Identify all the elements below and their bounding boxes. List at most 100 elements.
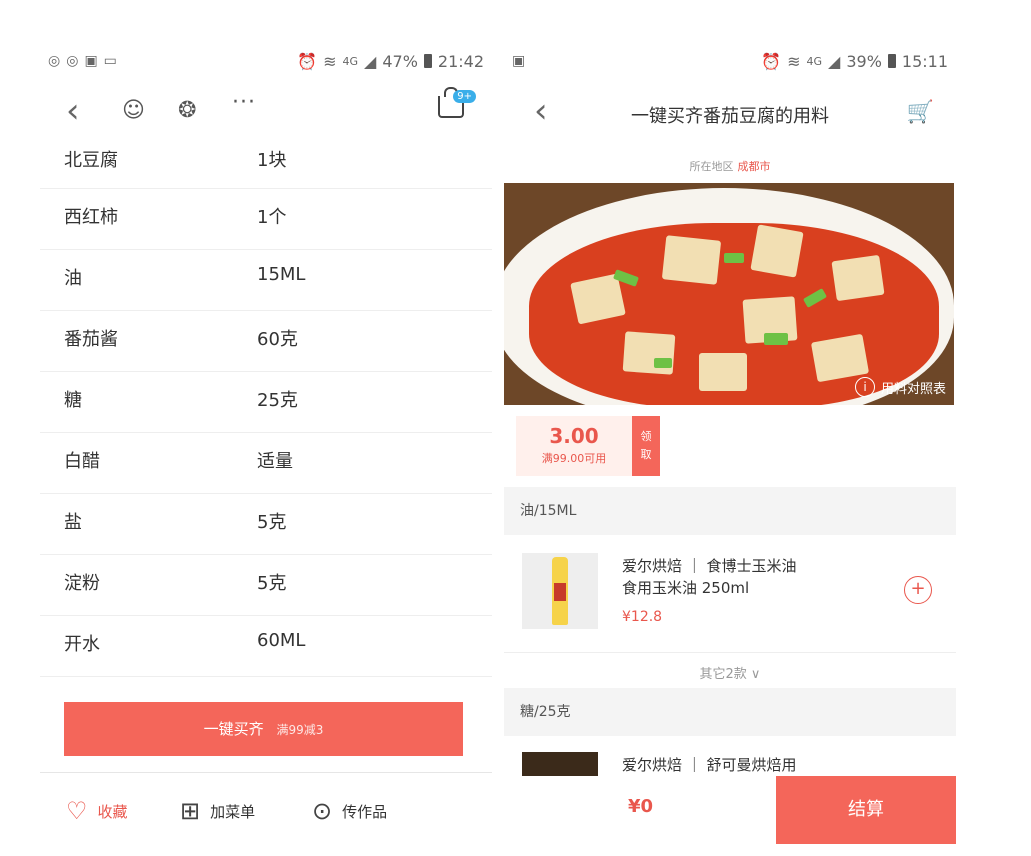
buy-all-promo: 满99减3: [276, 723, 324, 737]
wifi-icon: ≋: [787, 51, 801, 71]
coupon-card: 3.00 满99.00可用 领 取: [516, 416, 660, 476]
tofu-piece: [831, 254, 885, 302]
ingredient-qty: 1块: [257, 150, 287, 171]
ingredient-qty: 5克: [257, 512, 287, 533]
buy-all-button[interactable]: 一键买齐 满99减3: [64, 702, 463, 756]
clock: 15:11: [901, 51, 948, 71]
app-icon: ▣: [84, 53, 98, 69]
tofu-piece: [661, 235, 722, 285]
reference-label: 用料对照表: [880, 381, 946, 397]
recipe-ingredients-screen: ◎ ◎ ▣ ▭ ⏰ ≋ 4G ◢ 47% 21:42 ‹ ☺ ❂ ··· 9+ …: [40, 40, 492, 844]
ingredient-qty: 适量: [257, 451, 293, 472]
status-bar: ▣ ⏰ ≋ 4G ◢ 39% 15:11: [512, 48, 948, 74]
ingredient-list: 北豆腐 1块 西红柿 1个 油 15ML 番茄酱 60克 糖 25克 白醋 适量…: [40, 140, 492, 677]
battery-percent: 39%: [846, 51, 882, 71]
region-selector[interactable]: 所在地区 成都市: [504, 158, 956, 174]
scallion: [654, 358, 672, 368]
cart-icon[interactable]: 🛒: [907, 100, 934, 125]
ingredient-section-sugar: 糖/25克: [504, 688, 956, 736]
ingredient-name: 淀粉: [64, 573, 100, 594]
add-to-menu-button[interactable]: ⊞ 加菜单: [180, 797, 255, 825]
region-label: 所在地区: [689, 160, 734, 173]
upload-label: 传作品: [342, 802, 388, 821]
ingredient-name: 盐: [64, 512, 82, 533]
basket-badge: 9+: [453, 90, 476, 103]
ingredient-reference-link[interactable]: i 用料对照表: [854, 377, 946, 397]
claim-label: 取: [640, 448, 652, 461]
ingredient-name: 西红柿: [64, 207, 118, 228]
favorite-button[interactable]: ♡ 收藏: [66, 797, 128, 825]
battery-percent: 47%: [382, 51, 418, 71]
tofu-piece: [699, 353, 747, 391]
ingredient-qty: 5克: [257, 573, 287, 594]
favorite-label: 收藏: [97, 802, 128, 821]
ingredient-row: 淀粉 5克: [40, 555, 492, 616]
app-icon: ▣: [512, 53, 526, 69]
signal-icon: ◢: [364, 51, 377, 71]
claim-coupon-button[interactable]: 领 取: [632, 416, 660, 476]
network-type: 4G: [342, 54, 359, 68]
battery-icon: [887, 54, 896, 68]
ingredient-name: 番茄酱: [64, 329, 118, 350]
ingredient-qty: 1个: [257, 207, 287, 228]
dish-photo: i 用料对照表: [504, 183, 954, 405]
ingredient-row: 开水 60ML: [40, 616, 492, 677]
heart-icon: ♡: [66, 797, 88, 825]
tofu-piece: [622, 331, 676, 375]
ingredient-name: 白醋: [64, 451, 100, 472]
alarm-icon: ⏰: [297, 51, 318, 71]
wechat-share-icon[interactable]: ☺: [122, 98, 145, 123]
other-options-toggle[interactable]: 其它2款 ∨: [504, 652, 956, 682]
bottle-label: [554, 583, 566, 601]
wifi-icon: ≋: [323, 51, 337, 71]
system-status: ⏰ ≋ 4G ◢ 39% 15:11: [761, 52, 948, 71]
back-icon[interactable]: ‹: [66, 94, 80, 128]
system-status: ⏰ ≋ 4G ◢ 47% 21:42: [297, 52, 484, 71]
product-item[interactable]: 爱尔烘焙 ｜ 食博士玉米油 食用玉米油 250ml ¥12.8 +: [504, 553, 956, 643]
more-icon[interactable]: ···: [232, 90, 256, 115]
checkout-button[interactable]: 结算: [776, 776, 956, 844]
ingredient-row: 西红柿 1个: [40, 189, 492, 250]
alarm-icon: ⏰: [761, 51, 782, 71]
product-thumbnail: [522, 553, 598, 629]
cart-total: ¥0: [628, 796, 654, 817]
notification-icons: ▣: [512, 53, 525, 69]
ingredient-name: 开水: [64, 634, 100, 655]
weibo-icon: ◎: [66, 53, 79, 69]
signal-icon: ◢: [828, 51, 841, 71]
buy-all-label: 一键买齐: [203, 720, 264, 738]
moments-share-icon[interactable]: ❂: [178, 98, 196, 123]
add-to-cart-button[interactable]: +: [904, 576, 932, 604]
battery-icon: [423, 54, 432, 68]
scallion: [724, 253, 744, 263]
ingredient-qty: 60克: [257, 329, 298, 350]
ingredient-row: 油 15ML: [40, 250, 492, 311]
page-title: 一键买齐番茄豆腐的用料: [631, 106, 829, 127]
ingredient-row: 番茄酱 60克: [40, 311, 492, 372]
ingredient-qty: 15ML: [257, 264, 306, 285]
add-menu-icon: ⊞: [180, 797, 201, 825]
checkout-bar: ¥0 结算: [504, 776, 956, 844]
weibo-icon: ◎: [48, 53, 61, 69]
ingredient-qty: 25克: [257, 390, 298, 411]
tofu-piece: [750, 224, 804, 278]
coupon-body: 3.00 满99.00可用: [516, 416, 632, 476]
add-menu-label: 加菜单: [210, 802, 256, 821]
bottom-action-bar: ♡ 收藏 ⊞ 加菜单 ⊙ 传作品: [40, 772, 492, 844]
ingredient-row: 白醋 适量: [40, 433, 492, 494]
product-name-line1: 爱尔烘焙 ｜ 舒可曼烘焙用: [622, 756, 797, 774]
upload-work-button[interactable]: ⊙ 传作品: [312, 797, 387, 825]
ingredient-name: 北豆腐: [64, 150, 118, 171]
top-navbar: ‹ 一键买齐番茄豆腐的用料 🛒: [504, 88, 956, 140]
coupon-amount: 3.00: [549, 424, 599, 448]
notification-icons: ◎ ◎ ▣ ▭: [48, 53, 117, 69]
info-icon: i: [854, 377, 875, 397]
product-name-line2: 食用玉米油 250ml: [622, 579, 750, 597]
claim-label: 领: [640, 430, 652, 443]
scallion: [764, 333, 788, 345]
network-type: 4G: [806, 54, 823, 68]
ingredient-section-oil: 油/15ML: [504, 487, 956, 535]
top-toolbar: ‹ ☺ ❂ ··· 9+: [40, 87, 492, 140]
product-name-line1: 爱尔烘焙 ｜ 食博士玉米油: [622, 557, 797, 575]
ingredient-name: 糖: [64, 390, 82, 411]
